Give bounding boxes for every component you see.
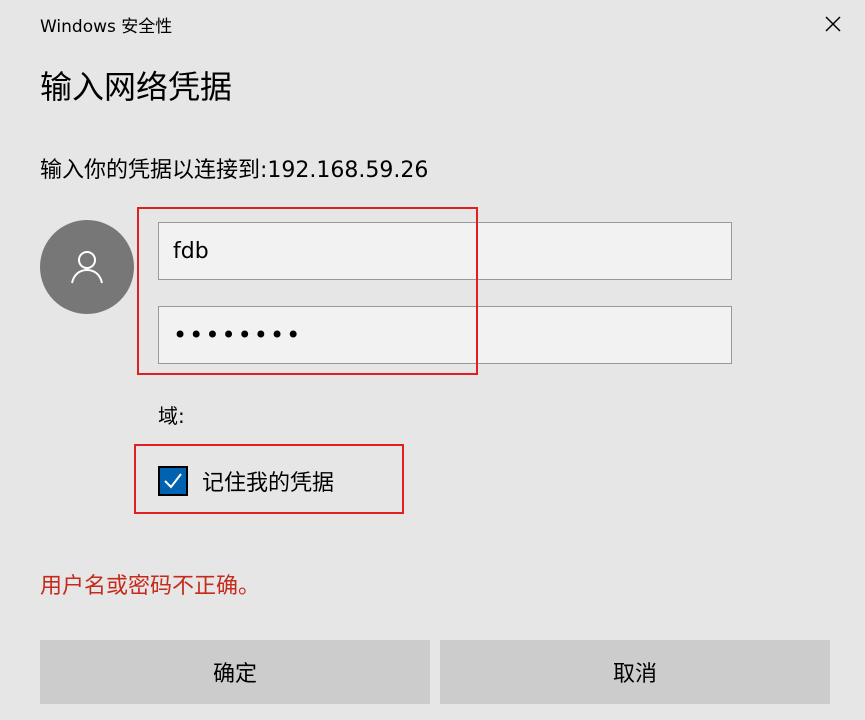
checkbox-box[interactable] [158, 466, 188, 496]
domain-label: 域: [158, 404, 185, 428]
remember-credentials-label: 记住我的凭据 [202, 471, 335, 496]
ok-button[interactable]: 确定 [40, 640, 430, 704]
user-icon [71, 251, 103, 284]
connection-prompt: 输入你的凭据以连接到:192.168.59.26 [40, 158, 429, 183]
username-field[interactable] [158, 222, 732, 280]
close-icon [825, 16, 841, 32]
remember-credentials-checkbox[interactable]: 记住我的凭据 [158, 465, 334, 497]
check-icon [164, 473, 182, 489]
window-title: Windows 安全性 [40, 17, 173, 37]
close-button[interactable] [815, 6, 851, 42]
page-title: 输入网络凭据 [40, 68, 233, 106]
password-field[interactable] [158, 306, 732, 364]
cancel-button[interactable]: 取消 [440, 640, 830, 704]
credential-dialog: Windows 安全性 输入网络凭据 输入你的凭据以连接到:192.168.59… [0, 0, 865, 720]
error-message: 用户名或密码不正确。 [40, 574, 261, 599]
avatar [40, 220, 134, 314]
